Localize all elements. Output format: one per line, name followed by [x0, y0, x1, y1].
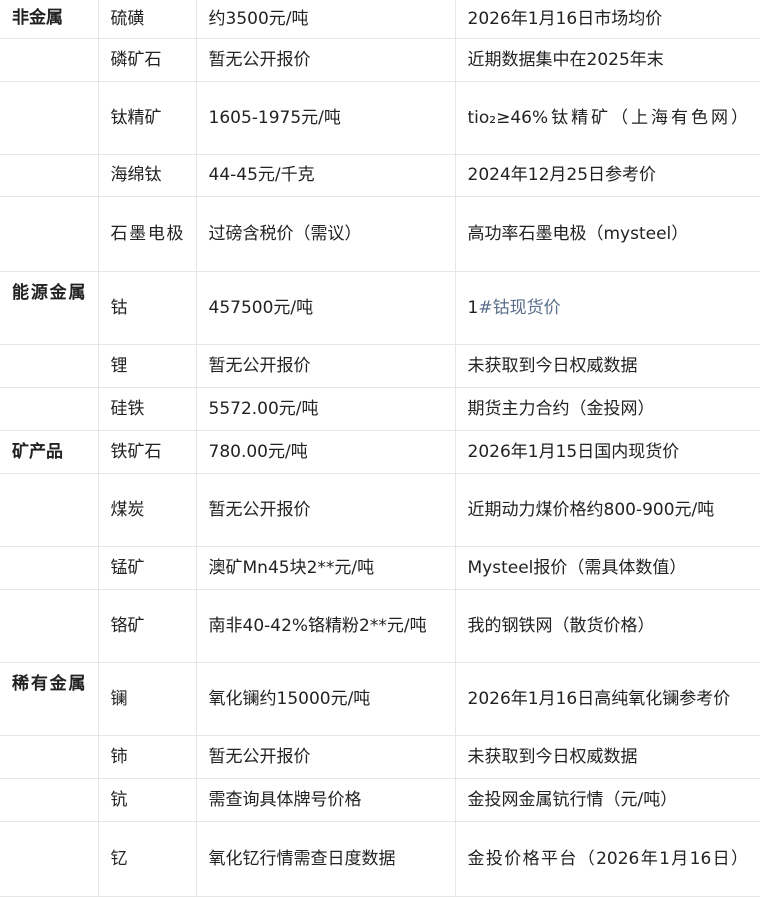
source-cell: 近期动力煤价格约800-900元/吨 — [455, 473, 760, 547]
table-row: 锰矿 澳矿Mn45块2**元/吨 Mysteel报价（需具体数值） — [0, 546, 760, 590]
source-cell: 2024年12月25日参考价 — [455, 154, 760, 197]
price-cell: 5572.00元/吨 — [196, 387, 456, 431]
price-cell: 暂无公开报价 — [196, 344, 456, 388]
price-cell: 氧化镧约15000元/吨 — [196, 662, 456, 736]
table-row: 铬矿 南非40-42%铬精粉2**元/吨 我的钢铁网（散货价格） — [0, 589, 760, 663]
category-cell — [0, 821, 99, 897]
table-row: 矿产品 铁矿石 780.00元/吨 2026年1月15日国内现货价 — [0, 430, 760, 474]
price-cell: 暂无公开报价 — [196, 735, 456, 779]
source-cell: 金投价格平台（2026年1月16日） — [455, 821, 760, 897]
category-cell: 稀有金属 — [0, 662, 99, 736]
item-name-cell: 钪 — [98, 778, 197, 822]
category-cell — [0, 196, 99, 272]
source-cell: 2026年1月16日市场均价 — [455, 0, 760, 39]
price-cell: 457500元/吨 — [196, 271, 456, 345]
category-cell — [0, 38, 99, 82]
price-cell: 44-45元/千克 — [196, 154, 456, 197]
price-cell: 约3500元/吨 — [196, 0, 456, 39]
item-name-cell: 硫磺 — [98, 0, 197, 39]
table-row: 钇 氧化钇行情需查日度数据 金投价格平台（2026年1月16日） — [0, 821, 760, 897]
price-cell: 暂无公开报价 — [196, 38, 456, 82]
source-cell: tio₂≥46%钛精矿（上海有色网） — [455, 81, 760, 155]
category-cell: 非金属 — [0, 0, 99, 39]
table-row: 钛精矿 1605-1975元/吨 tio₂≥46%钛精矿（上海有色网） — [0, 81, 760, 155]
source-cell: 1#钴现货价 — [455, 271, 760, 345]
price-cell: 暂无公开报价 — [196, 473, 456, 547]
item-name-cell: 磷矿石 — [98, 38, 197, 82]
price-cell: 780.00元/吨 — [196, 430, 456, 474]
item-name-cell: 钇 — [98, 821, 197, 897]
price-cell: 澳矿Mn45块2**元/吨 — [196, 546, 456, 590]
price-table: 非金属 硫磺 约3500元/吨 2026年1月16日市场均价 磷矿石 暂无公开报… — [0, 0, 760, 897]
source-cell: 2026年1月15日国内现货价 — [455, 430, 760, 474]
table-row: 能源金属 钴 457500元/吨 1#钴现货价 — [0, 271, 760, 345]
table-row: 稀有金属 镧 氧化镧约15000元/吨 2026年1月16日高纯氧化镧参考价 — [0, 662, 760, 736]
table-row: 钪 需查询具体牌号价格 金投网金属钪行情（元/吨） — [0, 778, 760, 822]
category-cell — [0, 735, 99, 779]
category-cell — [0, 589, 99, 663]
item-name-cell: 锰矿 — [98, 546, 197, 590]
source-cell: 未获取到今日权威数据 — [455, 735, 760, 779]
source-cell: 我的钢铁网（散货价格） — [455, 589, 760, 663]
price-cell: 过磅含税价（需议） — [196, 196, 456, 272]
item-name-cell: 钛精矿 — [98, 81, 197, 155]
table-row: 煤炭 暂无公开报价 近期动力煤价格约800-900元/吨 — [0, 473, 760, 547]
table-row: 海绵钛 44-45元/千克 2024年12月25日参考价 — [0, 154, 760, 197]
source-cell: Mysteel报价（需具体数值） — [455, 546, 760, 590]
source-cell: 高功率石墨电极（mysteel） — [455, 196, 760, 272]
category-cell — [0, 81, 99, 155]
item-name-cell: 海绵钛 — [98, 154, 197, 197]
item-name-cell: 锂 — [98, 344, 197, 388]
price-cell: 氧化钇行情需查日度数据 — [196, 821, 456, 897]
category-cell — [0, 473, 99, 547]
item-name-cell: 铬矿 — [98, 589, 197, 663]
category-cell — [0, 778, 99, 822]
source-cell: 2026年1月16日高纯氧化镧参考价 — [455, 662, 760, 736]
category-cell: 能源金属 — [0, 271, 99, 345]
category-cell — [0, 546, 99, 590]
item-name-cell: 钴 — [98, 271, 197, 345]
table-row: 磷矿石 暂无公开报价 近期数据集中在2025年末 — [0, 38, 760, 82]
source-cell: 金投网金属钪行情（元/吨） — [455, 778, 760, 822]
table-row: 铈 暂无公开报价 未获取到今日权威数据 — [0, 735, 760, 779]
source-cell: 近期数据集中在2025年末 — [455, 38, 760, 82]
price-cell: 1605-1975元/吨 — [196, 81, 456, 155]
item-name-cell: 硅铁 — [98, 387, 197, 431]
source-prefix: 1 — [467, 297, 479, 318]
item-name-cell: 煤炭 — [98, 473, 197, 547]
category-cell — [0, 344, 99, 388]
source-cell: 未获取到今日权威数据 — [455, 344, 760, 388]
price-cell: 南非40-42%铬精粉2**元/吨 — [196, 589, 456, 663]
table-row: 锂 暂无公开报价 未获取到今日权威数据 — [0, 344, 760, 388]
category-cell — [0, 387, 99, 431]
cobalt-spot-price-link[interactable]: #钴现货价 — [478, 298, 560, 318]
item-name-cell: 镧 — [98, 662, 197, 736]
item-name-cell: 铈 — [98, 735, 197, 779]
table-row: 石墨电极 过磅含税价（需议） 高功率石墨电极（mysteel） — [0, 196, 760, 272]
table-row: 硅铁 5572.00元/吨 期货主力合约（金投网） — [0, 387, 760, 431]
price-cell: 需查询具体牌号价格 — [196, 778, 456, 822]
item-name-cell: 石墨电极 — [98, 196, 197, 272]
item-name-cell: 铁矿石 — [98, 430, 197, 474]
source-cell: 期货主力合约（金投网） — [455, 387, 760, 431]
category-cell — [0, 154, 99, 197]
category-cell: 矿产品 — [0, 430, 99, 474]
table-row: 非金属 硫磺 约3500元/吨 2026年1月16日市场均价 — [0, 0, 760, 39]
